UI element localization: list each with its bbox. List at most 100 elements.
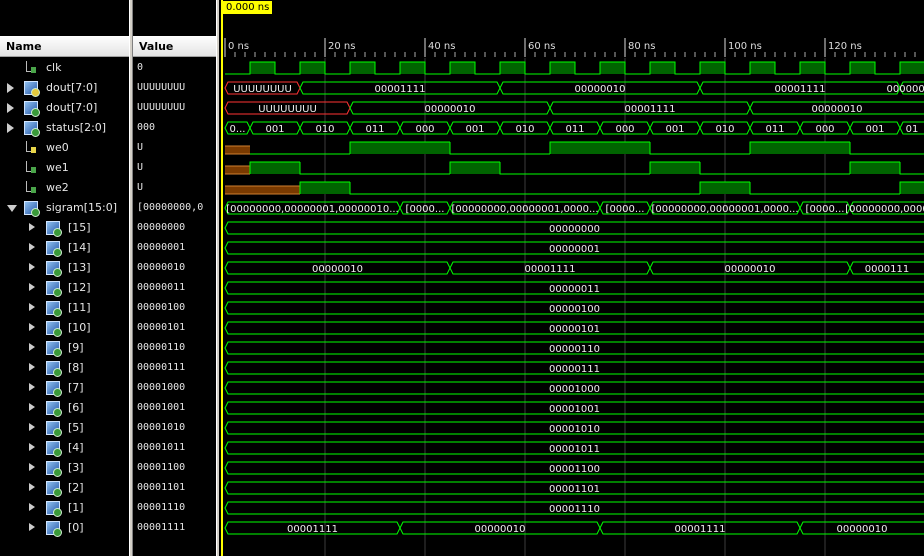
signal-row[interactable]: [3] (0, 458, 129, 478)
signal-name: clk (46, 61, 62, 74)
bit-high-fill (550, 142, 650, 154)
bus-value-label: 00000000 (549, 224, 600, 235)
signal-name: [6] (68, 401, 84, 414)
bus-value-label: 00000001 (549, 244, 600, 255)
signal-name: [13] (68, 261, 91, 274)
expand-arrow-icon[interactable] (29, 423, 35, 431)
bus-value-label: [0000... (406, 204, 445, 215)
bus-value-label: 00001101 (549, 484, 600, 495)
bus-value-label: 0000111 (865, 264, 910, 275)
bus-value-label: 00000010 (575, 84, 626, 95)
waveform-canvas[interactable]: 0 ns 20 ns 40 ns 60 ns 80 ns 100 ns 120 ns UUUU… (219, 0, 924, 556)
expand-arrow-icon[interactable] (29, 383, 35, 391)
expand-arrow-icon[interactable] (29, 483, 35, 491)
expand-arrow-icon[interactable] (29, 363, 35, 371)
bus-value-label: 000 (415, 124, 434, 135)
expand-arrow-icon[interactable] (29, 523, 35, 531)
bus-value-label: 00001111 (525, 264, 576, 275)
signal-value: 00001110 (137, 502, 186, 513)
bus-value-label: [00000000,00000001,0000... (451, 204, 598, 215)
signal-row[interactable]: [8] (0, 358, 129, 378)
waveform-pane[interactable]: 0 ns 20 ns 40 ns 60 ns 80 ns 100 ns 120 ns UUUU… (219, 0, 924, 556)
expand-arrow-icon[interactable] (29, 343, 35, 351)
bus-signal-icon (46, 321, 62, 337)
signal-value: U (137, 142, 144, 153)
bus-value-label: 001 (265, 124, 284, 135)
undefined-fill (225, 166, 250, 174)
expand-arrow-icon[interactable] (29, 403, 35, 411)
signal-row[interactable]: [1] (0, 498, 129, 518)
signal-name: [15] (68, 221, 91, 234)
expand-arrow-icon[interactable] (29, 283, 35, 291)
bus-value-label: 011 (765, 124, 784, 135)
signal-row[interactable]: [0] (0, 518, 129, 538)
expand-arrow-icon[interactable] (29, 223, 35, 231)
signal-value: 00001001 (137, 402, 186, 413)
expand-arrow-icon[interactable] (29, 263, 35, 271)
signal-name: [2] (68, 481, 84, 494)
bus-signal-icon (46, 481, 62, 497)
clock-high-fill (350, 62, 375, 74)
expand-arrow-icon[interactable] (29, 243, 35, 251)
bus-signal-icon (46, 441, 62, 457)
value-column-header[interactable]: Value (133, 36, 216, 57)
signal-value: 00001101 (137, 482, 186, 493)
collapse-arrow-icon[interactable] (7, 205, 17, 212)
clock-high-fill (500, 62, 525, 74)
clock-high-fill (900, 62, 924, 74)
expand-arrow-icon[interactable] (29, 463, 35, 471)
bus-signal-icon (24, 201, 40, 217)
signal-row[interactable]: we2 (0, 178, 129, 198)
expand-arrow-icon[interactable] (29, 503, 35, 511)
signal-row[interactable]: [7] (0, 378, 129, 398)
bus-value-label: 00000010 (725, 264, 776, 275)
signal-name: [9] (68, 341, 84, 354)
bus-signal-lock-icon (24, 81, 40, 97)
clock-high-fill (600, 62, 625, 74)
signal-row[interactable]: sigram[15:0] (0, 198, 129, 218)
expand-arrow-icon[interactable] (29, 443, 35, 451)
bit-signal-icon (24, 161, 36, 173)
signal-name: we2 (46, 181, 69, 194)
bus-value-label: 011 (565, 124, 584, 135)
signal-value: 00001010 (137, 422, 186, 433)
signal-row[interactable]: [15] (0, 218, 129, 238)
signal-row[interactable]: status[2:0] (0, 118, 129, 138)
signal-row[interactable]: [6] (0, 398, 129, 418)
ruler-tick-label: 60 ns (528, 41, 555, 52)
expand-arrow-icon[interactable] (7, 83, 14, 93)
signal-name: [0] (68, 521, 84, 534)
signal-row[interactable]: [13] (0, 258, 129, 278)
signal-row[interactable]: dout[7:0] (0, 98, 129, 118)
expand-arrow-icon[interactable] (29, 323, 35, 331)
name-column-header[interactable]: Name (0, 36, 129, 57)
signal-row[interactable]: [2] (0, 478, 129, 498)
signal-row[interactable]: [4] (0, 438, 129, 458)
signal-value: 0 (137, 62, 144, 73)
bus-value-label: UUUUUUUU (233, 84, 292, 95)
bus-value-label: 01 (906, 124, 919, 135)
bus-value-label: 010 (715, 124, 734, 135)
bus-signal-icon (46, 261, 62, 277)
expand-arrow-icon[interactable] (7, 103, 14, 113)
signal-row[interactable]: [14] (0, 238, 129, 258)
bit-signal-icon (24, 61, 36, 73)
clock-high-fill (750, 62, 775, 74)
signal-value: UUUUUUUU (137, 102, 186, 113)
bit-signal-lock-icon (24, 141, 36, 153)
signal-row[interactable]: clk (0, 58, 129, 78)
bus-value-label: 00000010 (312, 264, 363, 275)
bus-signal-icon (24, 121, 40, 137)
signal-row[interactable]: [10] (0, 318, 129, 338)
signal-row[interactable]: [12] (0, 278, 129, 298)
expand-arrow-icon[interactable] (7, 123, 14, 133)
signal-row[interactable]: [11] (0, 298, 129, 318)
expand-arrow-icon[interactable] (29, 303, 35, 311)
signal-name: status[2:0] (46, 121, 107, 134)
bus-value-label: 00000010 (475, 524, 526, 535)
signal-row[interactable]: we0 (0, 138, 129, 158)
signal-row[interactable]: [9] (0, 338, 129, 358)
signal-row[interactable]: we1 (0, 158, 129, 178)
signal-row[interactable]: [5] (0, 418, 129, 438)
signal-row[interactable]: dout[7:0] (0, 78, 129, 98)
